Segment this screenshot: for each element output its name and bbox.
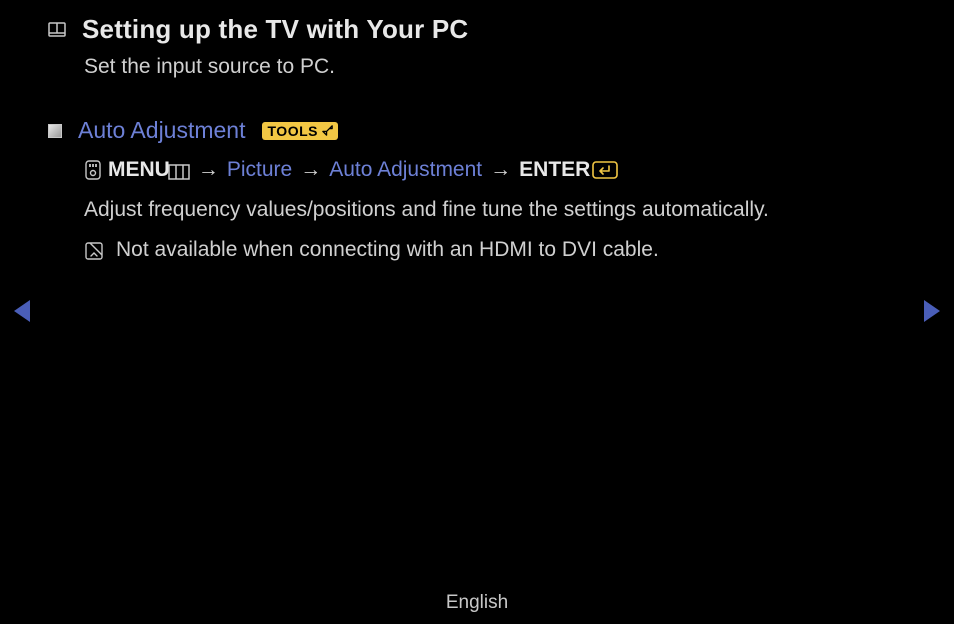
next-page-button[interactable] (924, 300, 940, 322)
arrow-icon: → (196, 158, 221, 182)
enter-button-icon (592, 161, 618, 179)
path-picture: Picture (227, 158, 292, 182)
tools-shortcut-icon (321, 124, 334, 137)
path-enter: ENTER (519, 158, 590, 181)
square-bullet-icon (48, 124, 62, 138)
tools-label: TOOLS (268, 123, 318, 139)
path-auto-adjustment: Auto Adjustment (329, 158, 482, 182)
menu-grid-icon (168, 162, 190, 178)
page-title: Setting up the TV with Your PC (82, 14, 468, 45)
note-text: Not available when connecting with an HD… (116, 238, 659, 262)
note-icon (84, 241, 104, 261)
book-icon (48, 21, 66, 39)
tools-badge: TOOLS (262, 122, 338, 140)
arrow-icon: → (488, 158, 513, 182)
path-menu: MENU (108, 158, 170, 181)
footer-language: English (0, 592, 954, 614)
navigation-path: MENU → Picture → Auto Adjustment → ENTER (48, 158, 906, 182)
chevron-right-icon (924, 300, 940, 322)
remote-icon (84, 160, 102, 180)
arrow-icon: → (298, 158, 323, 182)
section-heading: Auto Adjustment (78, 117, 246, 144)
prev-page-button[interactable] (14, 300, 30, 322)
description-text: Adjust frequency values/positions and fi… (48, 198, 906, 222)
chevron-left-icon (14, 300, 30, 322)
page-subtitle: Set the input source to PC. (48, 55, 906, 79)
